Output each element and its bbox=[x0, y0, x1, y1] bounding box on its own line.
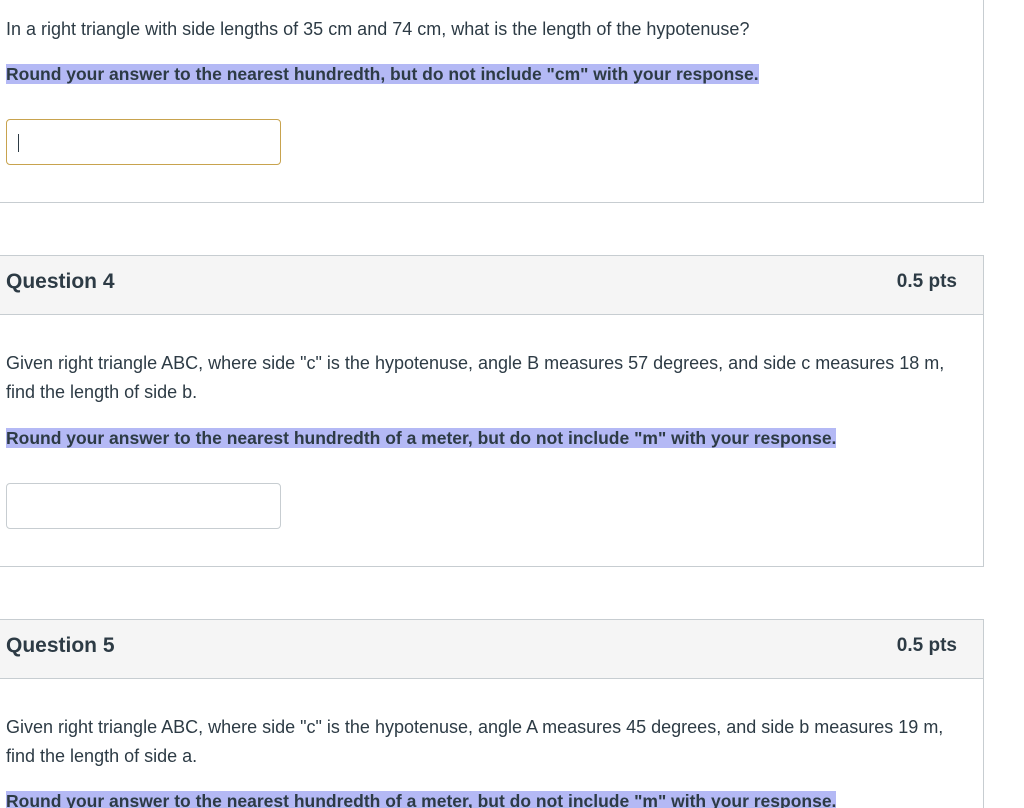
question-4-title: Question 4 bbox=[6, 270, 115, 293]
question-4-answer-input[interactable] bbox=[6, 483, 281, 529]
question-5-card: Question 5 0.5 pts Given right triangle … bbox=[0, 619, 984, 808]
question-5-text: Given right triangle ABC, where side "c"… bbox=[6, 717, 944, 766]
question-4-card: Question 4 0.5 pts Given right triangle … bbox=[0, 255, 984, 567]
question-3-card: In a right triangle with side lengths of… bbox=[0, 0, 984, 203]
quiz-page: In a right triangle with side lengths of… bbox=[0, 0, 1024, 808]
question-3-instruction-highlight: Round your answer to the nearest hundred… bbox=[6, 64, 759, 84]
question-4-instruction-highlight: Round your answer to the nearest hundred… bbox=[6, 428, 837, 448]
question-3-instruction: Round your answer to the nearest hundred… bbox=[6, 63, 759, 85]
question-4-instruction: Round your answer to the nearest hundred… bbox=[6, 427, 837, 449]
question-3-answer-input[interactable] bbox=[6, 119, 281, 165]
question-5-header: Question 5 0.5 pts bbox=[0, 620, 983, 679]
question-5-points: 0.5 pts bbox=[896, 635, 957, 656]
question-4-header: Question 4 0.5 pts bbox=[0, 256, 983, 315]
question-5-title: Question 5 bbox=[6, 634, 115, 657]
question-3-text: In a right triangle with side lengths of… bbox=[6, 19, 750, 39]
question-5-instruction-highlight: Round your answer to the nearest hundred… bbox=[6, 791, 837, 808]
text-cursor bbox=[18, 134, 19, 152]
question-4-points: 0.5 pts bbox=[896, 271, 957, 292]
question-4-text: Given right triangle ABC, where side "c"… bbox=[6, 353, 945, 402]
question-5-instruction: Round your answer to the nearest hundred… bbox=[6, 790, 837, 808]
